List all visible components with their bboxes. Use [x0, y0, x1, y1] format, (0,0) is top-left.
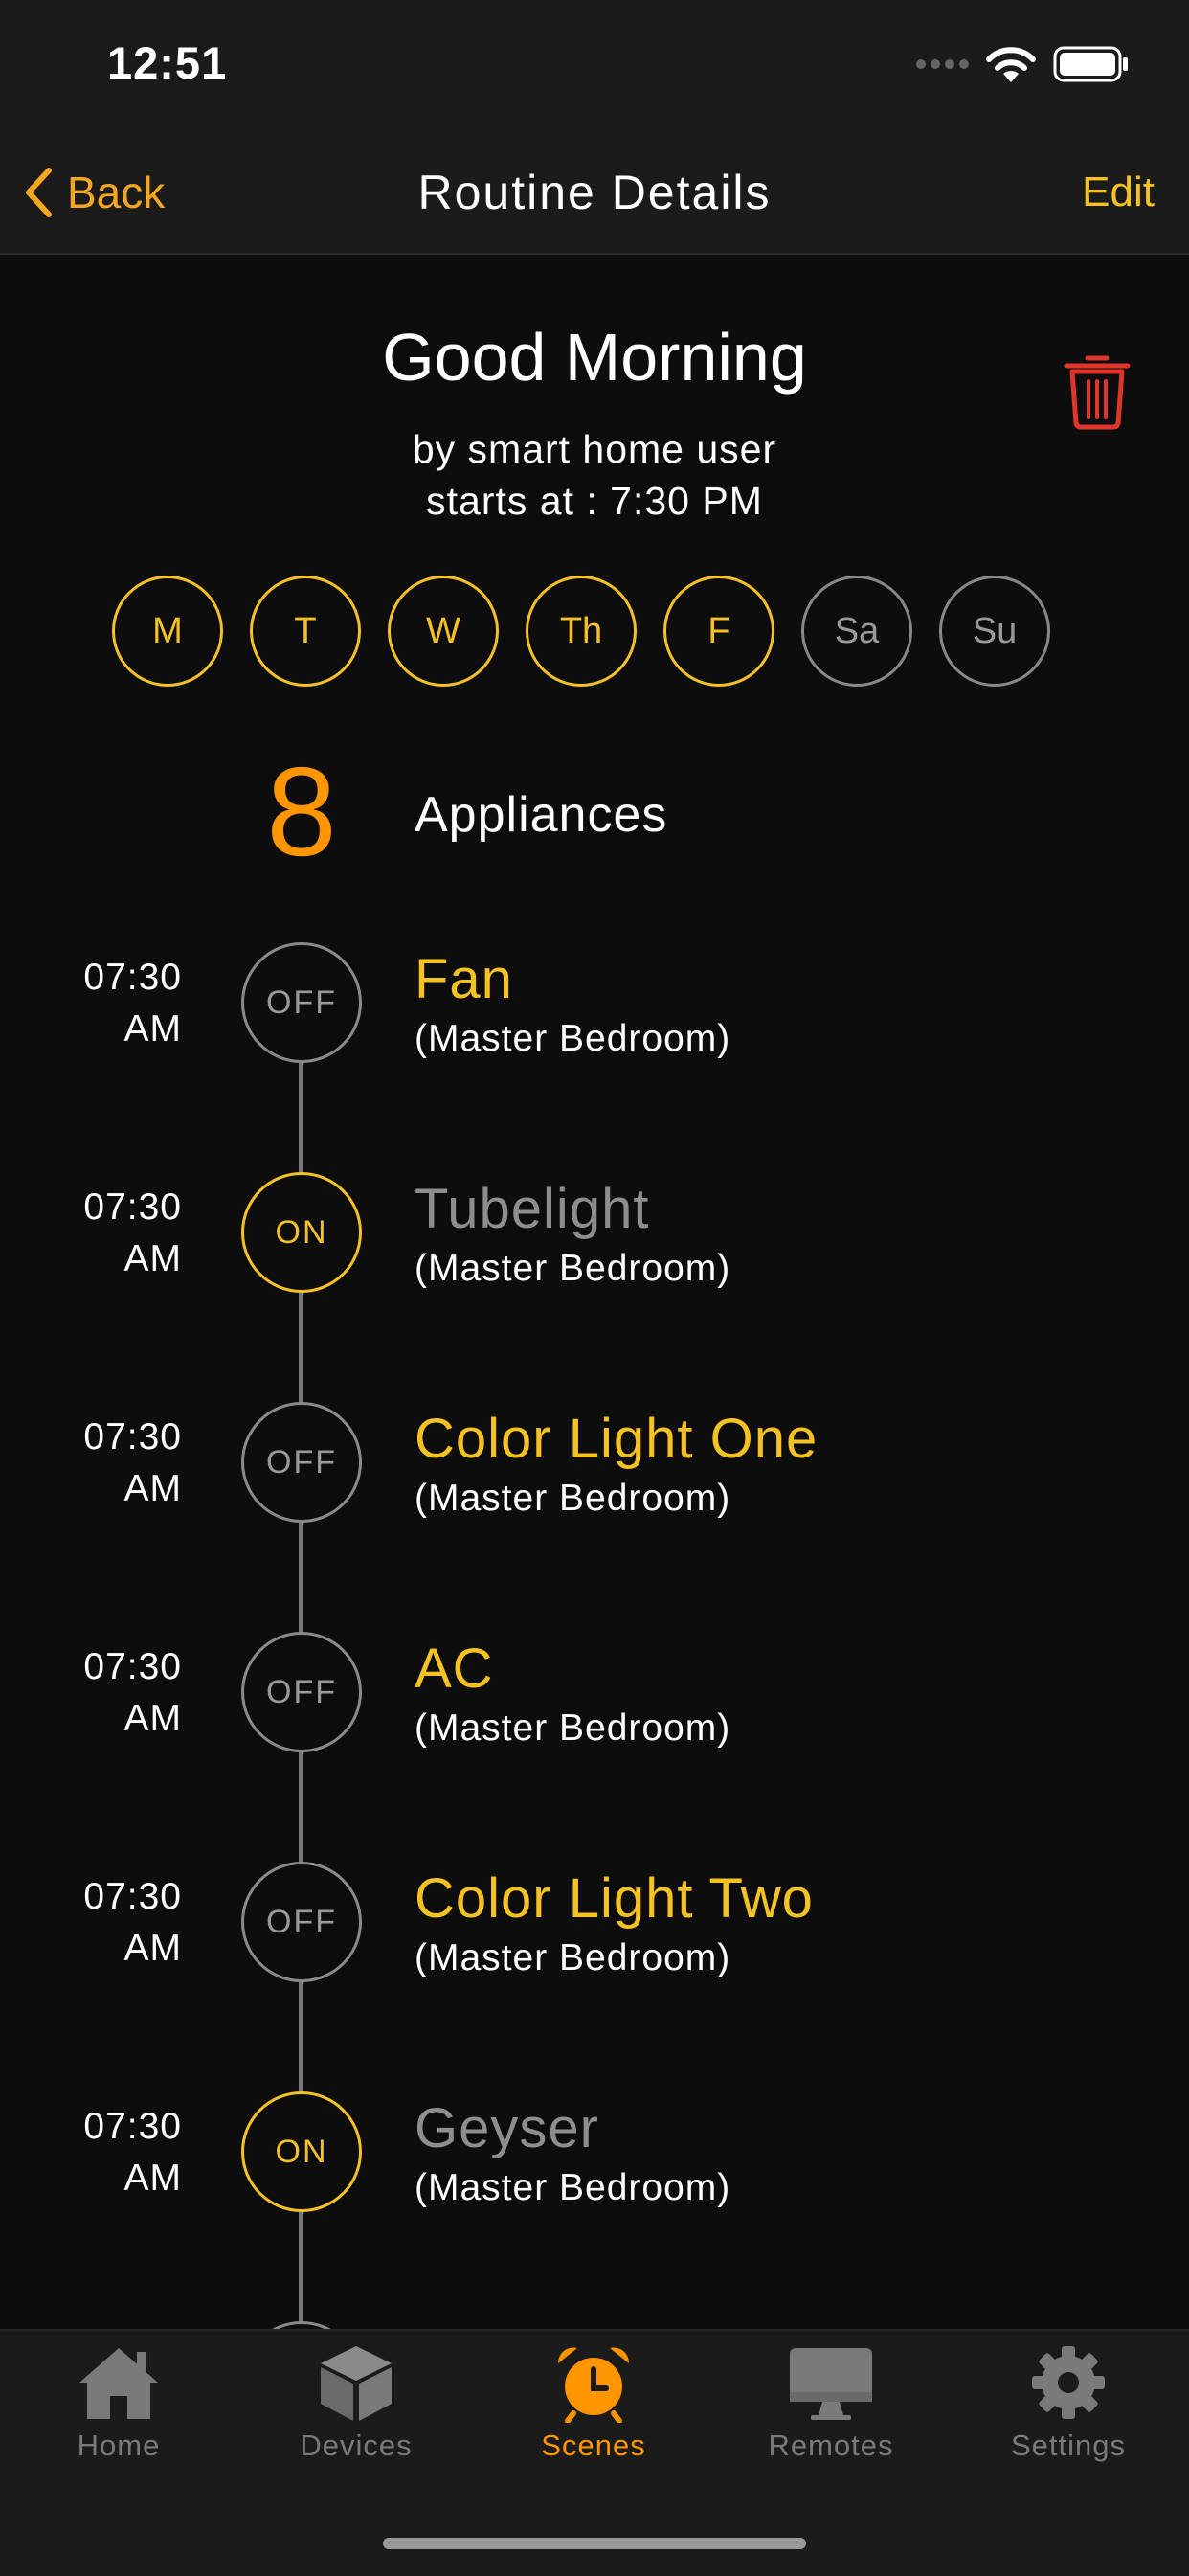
- item-time: 07:30: [83, 1876, 182, 1917]
- routine-start-time: starts at : 7:30 PM: [426, 479, 763, 523]
- day-wednesday[interactable]: W: [388, 576, 499, 687]
- tab-scenes[interactable]: Scenes: [475, 2342, 712, 2463]
- day-thursday[interactable]: Th: [526, 576, 637, 687]
- edit-button[interactable]: Edit: [1082, 159, 1155, 226]
- alarm-clock-icon: [557, 2347, 630, 2423]
- appliance-name-color-light-one[interactable]: Color Light One: [415, 1406, 818, 1473]
- appliance-name-color-light-two[interactable]: Color Light Two: [415, 1865, 814, 1932]
- tab-remotes[interactable]: Remotes: [712, 2342, 950, 2463]
- appliance-room: (Master Bedroom): [415, 1707, 731, 1749]
- state-toggle-fan[interactable]: OFF: [241, 942, 362, 1063]
- appliance-name-tubelight[interactable]: Tubelight: [415, 1176, 649, 1243]
- cube-icon: [321, 2346, 392, 2421]
- appliance-room: (Master Bedroom): [415, 1248, 731, 1289]
- appliance-name-geyser[interactable]: Geyser: [415, 2095, 599, 2162]
- state-toggle-ac[interactable]: OFF: [241, 1632, 362, 1752]
- page-title: Routine Details: [417, 166, 772, 219]
- home-indicator: [383, 2538, 806, 2549]
- day-saturday[interactable]: Sa: [801, 576, 912, 687]
- tab-settings[interactable]: Settings: [950, 2342, 1187, 2463]
- item-time-ampm: AM: [123, 1698, 182, 1739]
- item-time-ampm: AM: [123, 2158, 182, 2199]
- item-time: 07:30: [83, 1646, 182, 1687]
- tab-settings-label: Settings: [1010, 2429, 1126, 2462]
- routine-name: Good Morning: [382, 320, 807, 395]
- appliance-name-ac[interactable]: AC: [415, 1636, 494, 1703]
- appliance-count-label: Appliances: [415, 787, 668, 843]
- routine-author: by smart home user: [412, 427, 777, 471]
- trash-icon[interactable]: [1063, 350, 1132, 431]
- item-time-ampm: AM: [123, 1928, 182, 1969]
- tab-home[interactable]: Home: [0, 2342, 237, 2463]
- item-time: 07:30: [83, 1186, 182, 1228]
- wifi-icon: [986, 47, 1036, 82]
- item-time-ampm: AM: [123, 1238, 182, 1279]
- appliance-room: (Master Bedroom): [415, 1937, 731, 1978]
- state-toggle-geyser[interactable]: ON: [241, 2091, 362, 2212]
- day-tuesday[interactable]: T: [250, 576, 361, 687]
- item-time-ampm: AM: [123, 1468, 182, 1509]
- item-time-ampm: AM: [123, 1008, 182, 1050]
- item-time: 07:30: [83, 2106, 182, 2147]
- tab-devices[interactable]: Devices: [237, 2342, 475, 2463]
- status-time: 12:51: [107, 37, 228, 88]
- day-sunday[interactable]: Su: [939, 576, 1050, 687]
- cellular-signal-icon: [916, 59, 969, 69]
- day-friday[interactable]: F: [663, 576, 774, 687]
- tab-devices-label: Devices: [300, 2429, 413, 2462]
- appliance-room: (Master Bedroom): [415, 1478, 731, 1519]
- state-toggle-color-light-two[interactable]: OFF: [241, 1862, 362, 1982]
- appliance-room: (Master Bedroom): [415, 2167, 731, 2208]
- tab-remotes-label: Remotes: [768, 2429, 894, 2462]
- day-monday[interactable]: M: [112, 576, 223, 687]
- state-toggle-tubelight[interactable]: ON: [241, 1172, 362, 1293]
- tab-home-label: Home: [77, 2429, 161, 2462]
- appliance-name-fan[interactable]: Fan: [415, 946, 513, 1013]
- item-time: 07:30: [83, 957, 182, 998]
- battery-icon: [1053, 46, 1128, 82]
- state-toggle-color-light-one[interactable]: OFF: [241, 1402, 362, 1523]
- appliance-count: 8: [266, 741, 337, 882]
- home-icon: [79, 2348, 158, 2419]
- item-time: 07:30: [83, 1416, 182, 1457]
- tab-scenes-label: Scenes: [541, 2429, 646, 2462]
- monitor-icon: [790, 2348, 872, 2420]
- appliance-room: (Master Bedroom): [415, 1018, 731, 1059]
- gear-icon: [1032, 2346, 1105, 2419]
